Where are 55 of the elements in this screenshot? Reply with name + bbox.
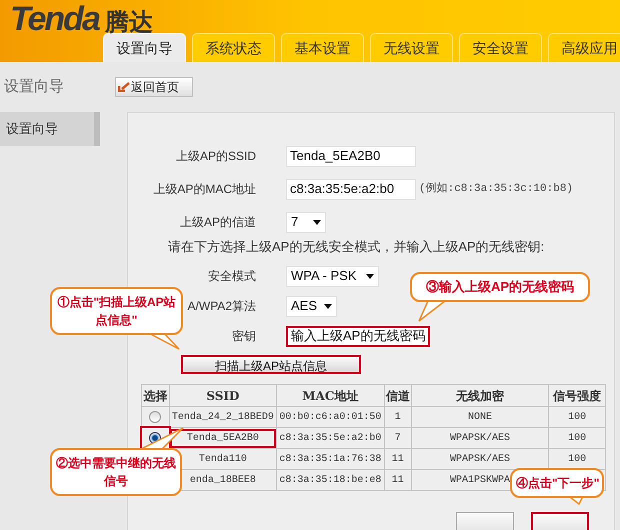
return-arrow-icon xyxy=(118,82,130,92)
table-cell: Tenda_5EA2B0 xyxy=(170,428,276,448)
nav-tab[interactable]: 高级应用 xyxy=(548,33,620,62)
table-cell: 100 xyxy=(568,412,586,422)
column-header: SSID xyxy=(169,384,276,406)
column-header: 无线加密 xyxy=(411,384,549,406)
sidebar-item[interactable]: 设置向导 xyxy=(0,112,100,146)
table-cell: 11 xyxy=(392,474,404,486)
nav-tab[interactable]: 系统状态 xyxy=(192,33,275,62)
field-label: 安全模式 xyxy=(208,268,256,285)
table-cell: enda_18BEE8 xyxy=(190,474,256,486)
table-cell: 1 xyxy=(394,412,401,422)
instruction-text: 请在下方选择上级AP的无线安全模式，并输入上级AP的无线密钥: xyxy=(167,238,546,256)
table-cell: 7 xyxy=(394,432,401,444)
select-dropdown[interactable]: WPA - PSK xyxy=(286,266,379,286)
nav-tab[interactable]: 设置向导 xyxy=(103,33,186,62)
table-cell: 00:b0:c6:a0:01:50 xyxy=(279,412,382,422)
field-label: 上级AP的MAC地址 xyxy=(153,181,256,198)
field-label: A/WPA2算法 xyxy=(188,298,256,315)
field-label: 上级AP的SSID xyxy=(176,148,256,165)
input-field[interactable]: 输入上级AP的无线密码 xyxy=(286,326,430,346)
select-dropdown[interactable]: 7 xyxy=(286,212,326,232)
nav-tab[interactable]: 无线设置 xyxy=(370,33,453,62)
column-header: 信道 xyxy=(384,384,412,406)
column-header: 信号强度 xyxy=(548,384,606,406)
table-cell: c8:3a:35:5e:a2:b0 xyxy=(279,432,382,444)
table-cell: 11 xyxy=(392,454,404,464)
brand-logo: Tenda xyxy=(10,2,99,36)
nav-tab[interactable]: 基本设置 xyxy=(281,33,364,62)
table-cell: Tenda110 xyxy=(198,454,247,464)
table-cell: WPAPSK/AES xyxy=(450,454,510,464)
back-button[interactable]: 返回首页 xyxy=(115,77,193,97)
input-field[interactable]: Tenda_5EA2B0 xyxy=(286,146,416,166)
nav-tab[interactable]: 安全设置 xyxy=(459,33,542,62)
table-cell: Tenda_24_2_18BED9 xyxy=(172,412,274,422)
table-cell: WPAPSK/AES xyxy=(450,432,510,444)
select-dropdown[interactable]: AES xyxy=(286,296,337,316)
column-header: 选择 xyxy=(142,384,170,406)
sidebar-title: 设置向导 xyxy=(3,77,65,97)
caret-icon xyxy=(366,274,374,278)
field-label: 密钥 xyxy=(232,328,256,345)
table-cell: WPA1PSKWPA xyxy=(450,474,510,486)
table-cell: c8:3a:35:18:be:e8 xyxy=(279,474,382,486)
field-label: 上级AP的信道 xyxy=(180,214,256,231)
radio-button[interactable] xyxy=(149,410,162,423)
caret-icon xyxy=(324,304,332,308)
column-header: MAC地址 xyxy=(276,384,384,406)
input-field[interactable]: c8:3a:35:5e:a2:b0 xyxy=(286,178,416,200)
table-cell: 100 xyxy=(568,432,586,444)
table-cell: c8:3a:35:1a:76:38 xyxy=(279,454,382,464)
table-cell: 100 xyxy=(568,454,586,464)
table-cell: NONE xyxy=(468,412,492,422)
example-hint: (例如:c8:3a:35:3c:10:b8) xyxy=(419,181,574,197)
scan-button[interactable]: 扫描上级AP站点信息 xyxy=(181,355,361,374)
caret-icon xyxy=(313,220,321,224)
